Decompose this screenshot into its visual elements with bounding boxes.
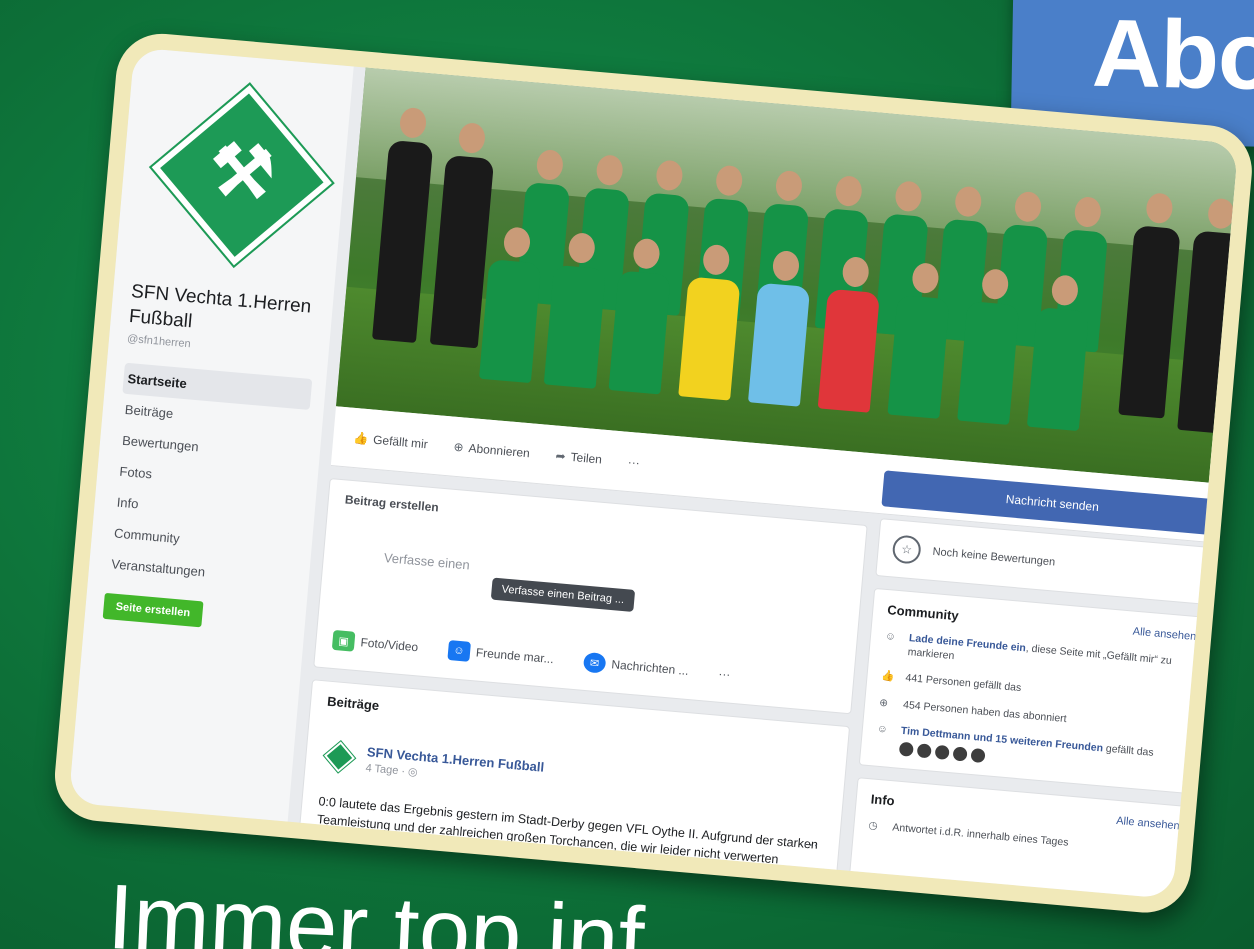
team-member (543, 231, 606, 389)
share-button[interactable]: ➦ Teilen (555, 448, 602, 466)
share-label: Teilen (570, 449, 603, 467)
post-options-button[interactable]: ··· (802, 836, 819, 855)
photo-video-label: Foto/Video (359, 635, 419, 655)
create-page-button[interactable]: Seite erstellen (102, 593, 204, 628)
team-member (478, 226, 542, 384)
messenger-button[interactable]: ✉ Nachrichten ... (582, 651, 690, 681)
tag-friends-icon: ☺ (447, 639, 471, 662)
post-composer: Beitrag erstellen Verfasse einen Verfass… (313, 477, 868, 715)
share-icon: ➦ (555, 448, 567, 463)
goalkeeper-red (817, 255, 880, 413)
no-ratings-text: Noch keine Bewertungen (932, 545, 1056, 569)
avatar[interactable] (970, 747, 986, 763)
like-button[interactable]: 👍 Gefällt mir (353, 430, 429, 450)
team-member (957, 268, 1020, 425)
follow-button[interactable]: ⊕ Abonnieren (453, 439, 530, 460)
follow-label: Abonnieren (468, 440, 531, 460)
tablet-frame: ⚒ SFN Vechta 1.Herren Fußball @sfn1herre… (51, 30, 1254, 917)
sidebar-nav: Startseite Beiträge Bewertungen Fotos In… (106, 363, 313, 596)
rating-icon: ☆ (891, 534, 922, 565)
goalkeeper-yellow (678, 243, 741, 401)
avatar[interactable] (898, 741, 914, 757)
logo-glyph: ⚒ (206, 129, 278, 215)
facebook-page: ⚒ SFN Vechta 1.Herren Fußball @sfn1herre… (68, 47, 1239, 900)
right-column: Nachricht senden ☆ Noch keine Bewertunge… (848, 470, 1224, 900)
main-content: 👍 Gefällt mir ⊕ Abonnieren ➦ Teilen ··· … (289, 67, 1239, 900)
followers-icon: ⊕ (878, 696, 889, 709)
post-avatar[interactable] (321, 738, 358, 775)
composer-more-button[interactable]: ··· (718, 667, 731, 682)
avatar[interactable] (934, 744, 950, 760)
like-label: Gefällt mir (372, 432, 429, 451)
community-card: Community Alle ansehen ☺ Lade deine Freu… (858, 587, 1213, 795)
goalkeeper-blue (747, 249, 811, 407)
likes-icon: 👍 (881, 670, 896, 684)
team-member (608, 237, 671, 395)
team-member (1177, 197, 1239, 435)
clock-icon: ◷ (868, 819, 879, 832)
info-card: Info Alle ansehen ◷ Antwortet i.d.R. inn… (848, 776, 1197, 900)
response-time: Antwortet i.d.R. innerhalb eines Tages (891, 821, 1069, 849)
photo-video-button[interactable]: ▣ Foto/Video (331, 629, 419, 657)
messenger-label: Nachrichten ... (610, 657, 690, 678)
like-icon: 👍 (352, 430, 369, 446)
team-member (1026, 274, 1090, 432)
friends-icon: ☺ (876, 722, 889, 736)
likes-count: 441 Personen gefällt das (904, 672, 1022, 695)
globe-icon: · ◎ (400, 765, 419, 779)
tag-friends-label: Freunde mar... (475, 645, 555, 667)
avatar[interactable] (952, 746, 968, 762)
feed-column: Beitrag erstellen Verfasse einen Verfass… (289, 477, 868, 900)
banner-text: Abo (1091, 0, 1254, 110)
follow-icon: ⊕ (453, 439, 465, 455)
post-time-label: 4 Tage (365, 762, 399, 778)
followers-count: 454 Personen haben das abonniert (902, 698, 1068, 725)
tag-friends-button[interactable]: ☺ Freunde mar... (447, 639, 555, 669)
friends-rest: gefällt das (1105, 742, 1155, 759)
more-actions-button[interactable]: ··· (627, 454, 640, 469)
composer-actions: ▣ Foto/Video ☺ Freunde mar... ✉ Nachrich… (331, 629, 731, 685)
messenger-icon: ✉ (582, 651, 607, 674)
avatar[interactable] (916, 743, 932, 759)
team-member (887, 262, 950, 419)
invite-icon: ☺ (884, 630, 897, 643)
club-logo[interactable]: ⚒ (144, 78, 339, 273)
photo-icon: ▣ (331, 629, 356, 652)
